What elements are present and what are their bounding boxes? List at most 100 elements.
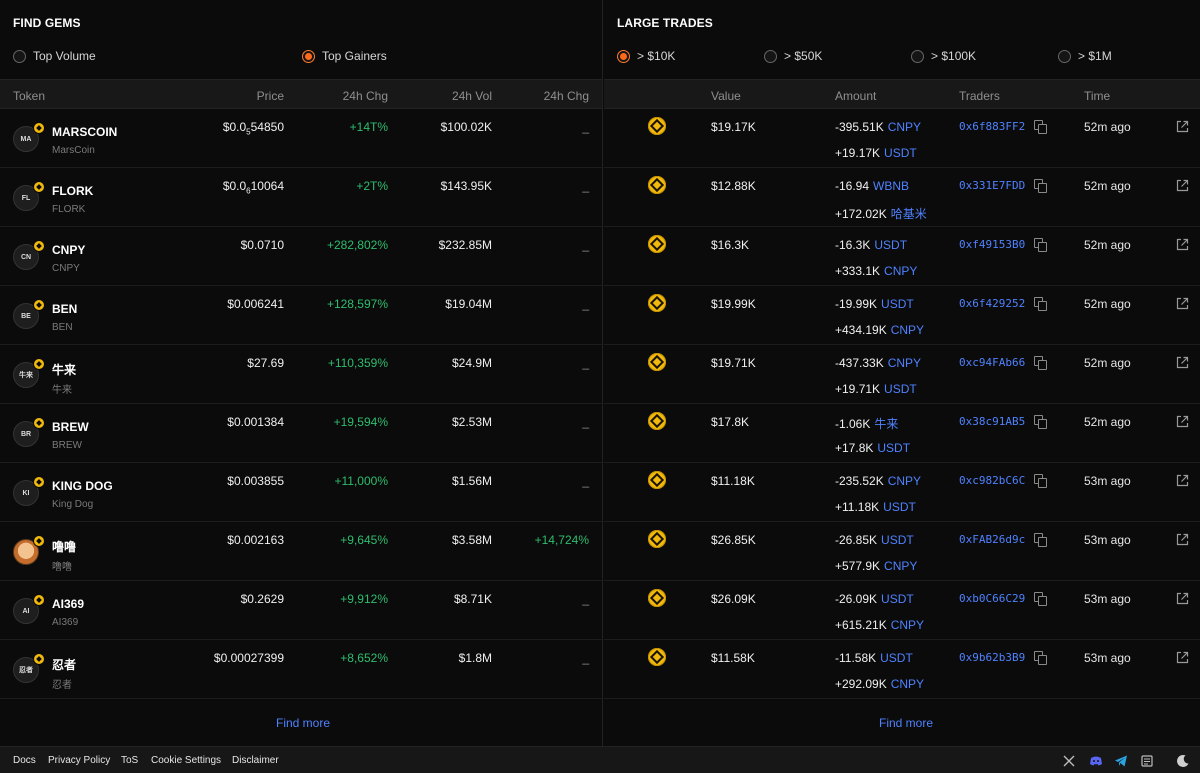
external-link-icon[interactable]	[1175, 650, 1190, 665]
external-link-icon[interactable]	[1175, 296, 1190, 311]
footer-link-docs[interactable]: Docs	[13, 755, 36, 766]
external-link-icon[interactable]	[1175, 355, 1190, 370]
token-symbol: King Dog	[52, 499, 94, 510]
trader-address-link[interactable]: 0xb0C66C29	[959, 592, 1025, 605]
copy-icon[interactable]	[1034, 238, 1047, 252]
copy-icon[interactable]	[1034, 297, 1047, 311]
amount-token-link[interactable]: USDT	[884, 146, 917, 160]
external-link-icon[interactable]	[1175, 414, 1190, 429]
trade-row[interactable]: $11.58K -11.58K USDT +292.09K CNPY 0x9b62b…	[604, 640, 1200, 699]
x-icon[interactable]	[1062, 754, 1076, 768]
trade-row[interactable]: $16.3K -16.3K USDT +333.1K CNPY 0xf49153B0…	[604, 227, 1200, 286]
trader-address-link[interactable]: 0x331E7FDD	[959, 179, 1025, 192]
footer-link-disclaimer[interactable]: Disclaimer	[232, 755, 279, 766]
external-link-icon[interactable]	[1175, 473, 1190, 488]
amount-token-link[interactable]: CNPY	[891, 618, 924, 632]
token-24h-chg: +9,912%	[340, 592, 388, 606]
col-24h-chg[interactable]: 24h Chg	[343, 89, 388, 103]
token-row[interactable]: BR BREW BREW $0.001384 +19,594% $2.53M _	[0, 404, 602, 463]
amount-token-link[interactable]: WBNB	[873, 179, 909, 193]
token-row[interactable]: CN CNPY CNPY $0.0710 +282,802% $232.85M …	[0, 227, 602, 286]
trade-row[interactable]: $11.18K -235.52K CNPY +11.18K USDT 0xc982b…	[604, 463, 1200, 522]
amount-token-link[interactable]: USDT	[877, 441, 910, 455]
copy-icon[interactable]	[1034, 356, 1047, 370]
trader-address-link[interactable]: 0xc982bC6C	[959, 474, 1025, 487]
amount-token-link[interactable]: CNPY	[888, 120, 921, 134]
filter-50k[interactable]: > $50K	[764, 49, 822, 63]
trade-row[interactable]: $12.88K -16.94 WBNB +172.02K 哈基米 0x331E7FD…	[604, 168, 1200, 227]
token-24h-chg: +11,000%	[334, 474, 389, 488]
trader-address-link[interactable]: 0x9b62b3B9	[959, 651, 1025, 664]
amount-token-link[interactable]: CNPY	[884, 559, 917, 573]
copy-icon[interactable]	[1034, 533, 1047, 547]
amount-token-link[interactable]: 牛来	[874, 417, 898, 431]
amount-token-link[interactable]: USDT	[880, 651, 913, 665]
trader-address-link[interactable]: 0xc94FAb66	[959, 356, 1025, 369]
external-link-icon[interactable]	[1175, 119, 1190, 134]
amount-token-link[interactable]: USDT	[881, 592, 914, 606]
token-row[interactable]: AI AI369 AI369 $0.2629 +9,912% $8.71K _	[0, 581, 602, 640]
moon-icon[interactable]	[1176, 754, 1190, 768]
token-row[interactable]: 牛来 牛来 牛来 $27.69 +110,359% $24.9M _	[0, 345, 602, 404]
trade-row[interactable]: $19.99K -19.99K USDT +434.19K CNPY 0x6f429…	[604, 286, 1200, 345]
token-row[interactable]: KI KING DOG King Dog $0.003855 +11,000% …	[0, 463, 602, 522]
copy-icon[interactable]	[1034, 179, 1047, 193]
find-gems-panel: FIND GEMS Top Volume Top Gainers Token P…	[0, 0, 603, 746]
amount-token-link[interactable]: 哈基米	[891, 207, 927, 221]
footer-link-cookies[interactable]: Cookie Settings	[151, 755, 221, 766]
copy-icon[interactable]	[1034, 474, 1047, 488]
trade-row[interactable]: $26.85K -26.85K USDT +577.9K CNPY 0xFAB26d…	[604, 522, 1200, 581]
docs-icon[interactable]	[1140, 754, 1154, 768]
find-more-gems-link[interactable]: Find more	[276, 716, 330, 730]
amount-token-link[interactable]: CNPY	[888, 356, 921, 370]
token-row[interactable]: 噜噜 噜噜 $0.002163 +9,645% $3.58M +14,724%	[0, 522, 602, 581]
external-link-icon[interactable]	[1175, 532, 1190, 547]
filter-top-volume[interactable]: Top Volume	[13, 49, 96, 63]
amount-token-link[interactable]: CNPY	[891, 677, 924, 691]
copy-icon[interactable]	[1034, 120, 1047, 134]
trader-address-link[interactable]: 0xFAB26d9c	[959, 533, 1025, 546]
trade-amount-in: +17.8K USDT	[835, 441, 910, 455]
external-link-icon[interactable]	[1175, 178, 1190, 193]
token-row[interactable]: BE BEN BEN $0.006241 +128,597% $19.04M _	[0, 286, 602, 345]
filter-1m[interactable]: > $1M	[1058, 49, 1112, 63]
amount-value: -19.99K	[835, 297, 878, 311]
amount-token-link[interactable]: USDT	[884, 382, 917, 396]
trade-row[interactable]: $19.71K -437.33K CNPY +19.71K USDT 0xc94FA…	[604, 345, 1200, 404]
bnb-coin-icon	[648, 117, 666, 135]
trader-address-link[interactable]: 0x6f883FF2	[959, 120, 1025, 133]
amount-token-link[interactable]: USDT	[881, 533, 914, 547]
copy-icon[interactable]	[1034, 651, 1047, 665]
telegram-icon[interactable]	[1114, 754, 1128, 768]
trade-row[interactable]: $19.17K -395.51K CNPY +19.17K USDT 0x6f883…	[604, 109, 1200, 168]
filter-100k[interactable]: > $100K	[911, 49, 976, 63]
amount-token-link[interactable]: USDT	[881, 297, 914, 311]
copy-icon[interactable]	[1034, 415, 1047, 429]
col-24h-chg-2[interactable]: 24h Chg	[544, 89, 589, 103]
token-row[interactable]: 忍者 忍者 忍者 $0.00027399 +8,652% $1.8M _	[0, 640, 602, 699]
amount-token-link[interactable]: USDT	[883, 500, 916, 514]
external-link-icon[interactable]	[1175, 591, 1190, 606]
col-time: Time	[1084, 89, 1111, 103]
amount-token-link[interactable]: CNPY	[884, 264, 917, 278]
filter-10k[interactable]: > $10K	[617, 49, 675, 63]
trader-address-link[interactable]: 0x6f429252	[959, 297, 1025, 310]
footer-link-privacy[interactable]: Privacy Policy	[48, 755, 110, 766]
trade-row[interactable]: $26.09K -26.09K USDT +615.21K CNPY 0xb0C66…	[604, 581, 1200, 640]
trader-address-link[interactable]: 0xf49153B0	[959, 238, 1025, 251]
token-row[interactable]: MA MARSCOIN MarsCoin $0.0554850 +14T% $1…	[0, 109, 602, 168]
filter-top-gainers[interactable]: Top Gainers	[302, 49, 387, 63]
trader-address-link[interactable]: 0x38c91AB5	[959, 415, 1025, 428]
amount-token-link[interactable]: CNPY	[891, 323, 924, 337]
col-24h-vol[interactable]: 24h Vol	[452, 89, 492, 103]
discord-icon[interactable]	[1089, 754, 1103, 768]
amount-token-link[interactable]: CNPY	[888, 474, 921, 488]
find-more-trades-link[interactable]: Find more	[879, 716, 933, 730]
copy-icon[interactable]	[1034, 592, 1047, 606]
footer-link-tos[interactable]: ToS	[121, 755, 138, 766]
external-link-icon[interactable]	[1175, 237, 1190, 252]
trade-row[interactable]: $17.8K -1.06K 牛来 +17.8K USDT 0x38c91AB5 52…	[604, 404, 1200, 463]
col-price[interactable]: Price	[257, 89, 284, 103]
token-row[interactable]: FL FLORK FLORK $0.0610064 +2T% $143.95K …	[0, 168, 602, 227]
amount-token-link[interactable]: USDT	[874, 238, 907, 252]
